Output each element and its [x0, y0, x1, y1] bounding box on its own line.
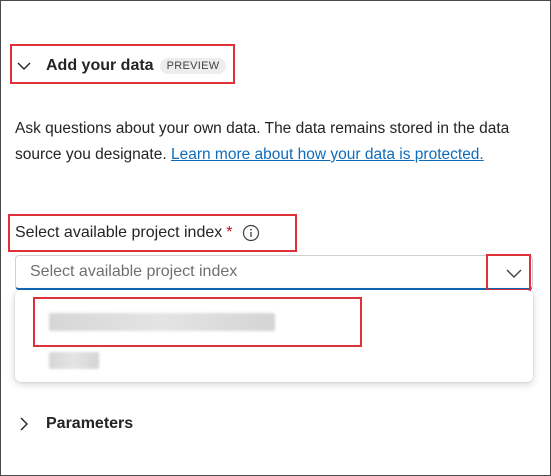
project-index-input[interactable] — [16, 256, 492, 288]
parameters-header[interactable]: Parameters — [16, 412, 133, 436]
highlight-box — [8, 214, 297, 252]
section-description: Ask questions about your own data. The d… — [15, 120, 510, 163]
parameters-label: Parameters — [46, 415, 134, 432]
highlight-box — [486, 254, 531, 291]
project-index-combobox[interactable] — [15, 255, 533, 290]
highlight-box — [33, 297, 362, 347]
chevron-right-icon[interactable] — [16, 416, 32, 432]
redacted-option-text — [49, 352, 99, 369]
highlight-box — [10, 44, 235, 84]
list-option[interactable] — [35, 348, 135, 376]
learn-more-link[interactable]: Learn more about how your data is protec… — [171, 146, 484, 163]
